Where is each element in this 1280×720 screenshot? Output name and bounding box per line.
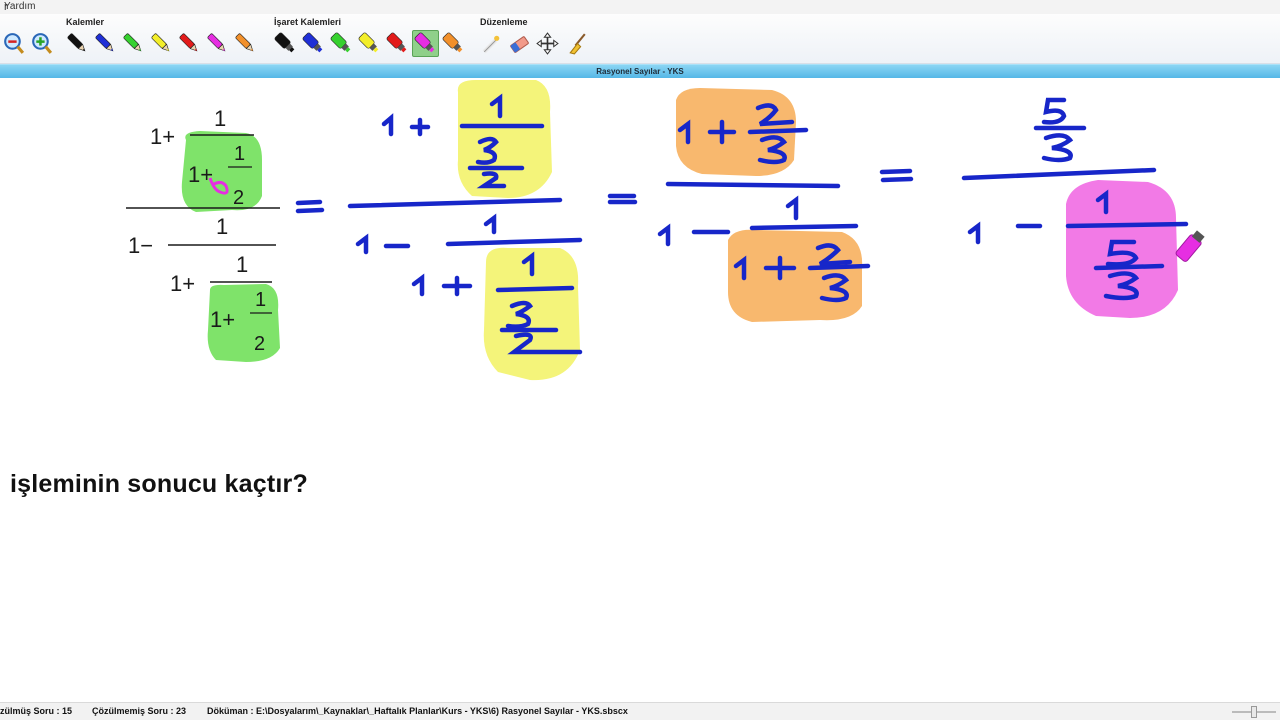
magenta-pen-button[interactable] [204,30,231,57]
blue-pen-button[interactable] [92,30,119,57]
step2-bottom-bar [807,263,871,271]
edit-group: Düzenleme [478,16,596,62]
orange-pen-button[interactable] [232,30,259,57]
yellow-marker-button[interactable] [356,30,383,57]
printed-inner-half-num-top: 1 [234,143,245,165]
markers-group-title: İşaret Kalemleri [274,17,342,27]
magenta-pen-icon [207,33,226,52]
step3-five [1041,97,1067,125]
zoom-out-button[interactable] [0,30,27,57]
magic-wand-button[interactable] [478,30,505,57]
yellow-pen-icon [151,33,170,52]
yellow-pen-button[interactable] [148,30,175,57]
zoom-in-icon [32,33,53,54]
printed-inner-half-den-top: 2 [233,187,244,209]
zoom-in-button[interactable] [28,30,55,57]
ribbon-toolbar: Kalemler İşaret Kalemleri Düzenleme [0,14,1280,64]
pens-group: Kalemler [64,16,268,62]
eraser-icon [510,36,529,53]
step1-main-bar [347,197,563,209]
printed-one-plus-top: 1+ [150,124,175,149]
drawing-layer: 1+ 1 1+ 1 2 1− 1 1+ 1 1+ 1 2 [126,80,1205,381]
step1-one-plus-bottom [411,273,473,297]
equals-2 [607,193,638,205]
zoom-out-icon [4,33,25,54]
orange-marker-icon [442,32,463,53]
menu-item-help[interactable]: Yardım [4,1,36,12]
menu-bar: r [0,0,1280,14]
step1-one-minus [355,233,411,255]
black-pen-button[interactable] [64,30,91,57]
whiteboard-canvas[interactable]: 1+ 1 1+ 1 2 1− 1 1+ 1 1+ 1 2 işleminin s… [0,78,1280,702]
equals-3 [879,168,914,183]
green-pen-icon [123,33,142,52]
step3-den-small-bar [1093,263,1165,271]
markers-group: İşaret Kalemleri [272,16,474,62]
printed-bottom-one: 1 [236,252,248,277]
yellow-marker-icon [358,32,379,53]
eraser-button[interactable] [506,30,533,57]
orange-pen-icon [235,33,254,52]
move-button[interactable] [534,30,561,57]
blue-pen-icon [95,33,114,52]
step3-one-minus [967,221,1043,245]
document-path: Döküman : E:\Dosyalarım\_Kaynaklar\_Haft… [207,706,628,716]
black-marker-icon [274,32,295,53]
equals-1 [295,199,325,214]
printed-denominator-one: 1 [216,214,228,239]
printed-inner-one-plus-bottom: 1+ [210,307,235,332]
step3-three [1041,133,1074,163]
step3-main-bar [961,167,1157,181]
printed-inner-half-den-bottom: 2 [254,333,265,355]
red-marker-button[interactable] [384,30,411,57]
step1-den-one [483,213,497,235]
app-window: r Yardım Kalemler İşaret Kalemleri Düzen… [0,0,1280,720]
printed-inner-one-plus-top: 1+ [188,162,213,187]
magic-wand-icon [482,35,500,54]
orange-marker-button[interactable] [440,30,467,57]
printed-inner-half-num-bottom: 1 [255,289,266,311]
green-pen-button[interactable] [120,30,147,57]
magenta-marker-button[interactable] [412,30,439,57]
printed-one-plus-bottom: 1+ [170,271,195,296]
green-marker-button[interactable] [328,30,355,57]
pens-group-title: Kalemler [66,17,105,27]
move-arrows-icon [536,32,559,55]
magenta-marker-icon [414,32,435,53]
step1-bottom-bar [495,285,575,293]
broom-icon [569,33,586,55]
blue-marker-button[interactable] [300,30,327,57]
step1-den-bar [445,237,583,247]
step2-den-bar [749,223,859,231]
red-pen-icon [179,33,198,52]
broom-button[interactable] [564,30,591,57]
step1-one-plus [381,113,431,137]
step2-small-bar [747,127,809,135]
step2-one-minus [657,223,731,247]
printed-numerator-one: 1 [214,106,226,131]
step3-den-bar [1065,221,1189,229]
green-marker-icon [330,32,351,53]
status-bar: zülmüş Soru : 15 Çözülmemiş Soru : 23 Dö… [0,702,1280,720]
solved-count: zülmüş Soru : 15 [0,706,73,716]
red-pen-button[interactable] [176,30,203,57]
red-marker-icon [386,32,407,53]
document-title-bar: Rasyonel Sayılar - YKS [0,64,1280,78]
black-marker-button[interactable] [272,30,299,57]
unsolved-count: Çözülmemiş Soru : 23 [92,706,187,716]
printed-one-minus: 1− [128,233,153,258]
magenta-marker-cursor-icon [1175,230,1205,262]
zoom-group [0,16,60,62]
step2-den-one [785,195,799,221]
zoom-slider-thumb[interactable] [1251,706,1257,718]
edit-group-title: Düzenleme [480,17,528,27]
step2-main-bar [665,181,841,189]
black-pen-icon [67,33,86,52]
question-text: işleminin sonucu kaçtır? [10,470,308,498]
yellow-highlight-1 [457,80,552,198]
blue-marker-icon [302,32,323,53]
